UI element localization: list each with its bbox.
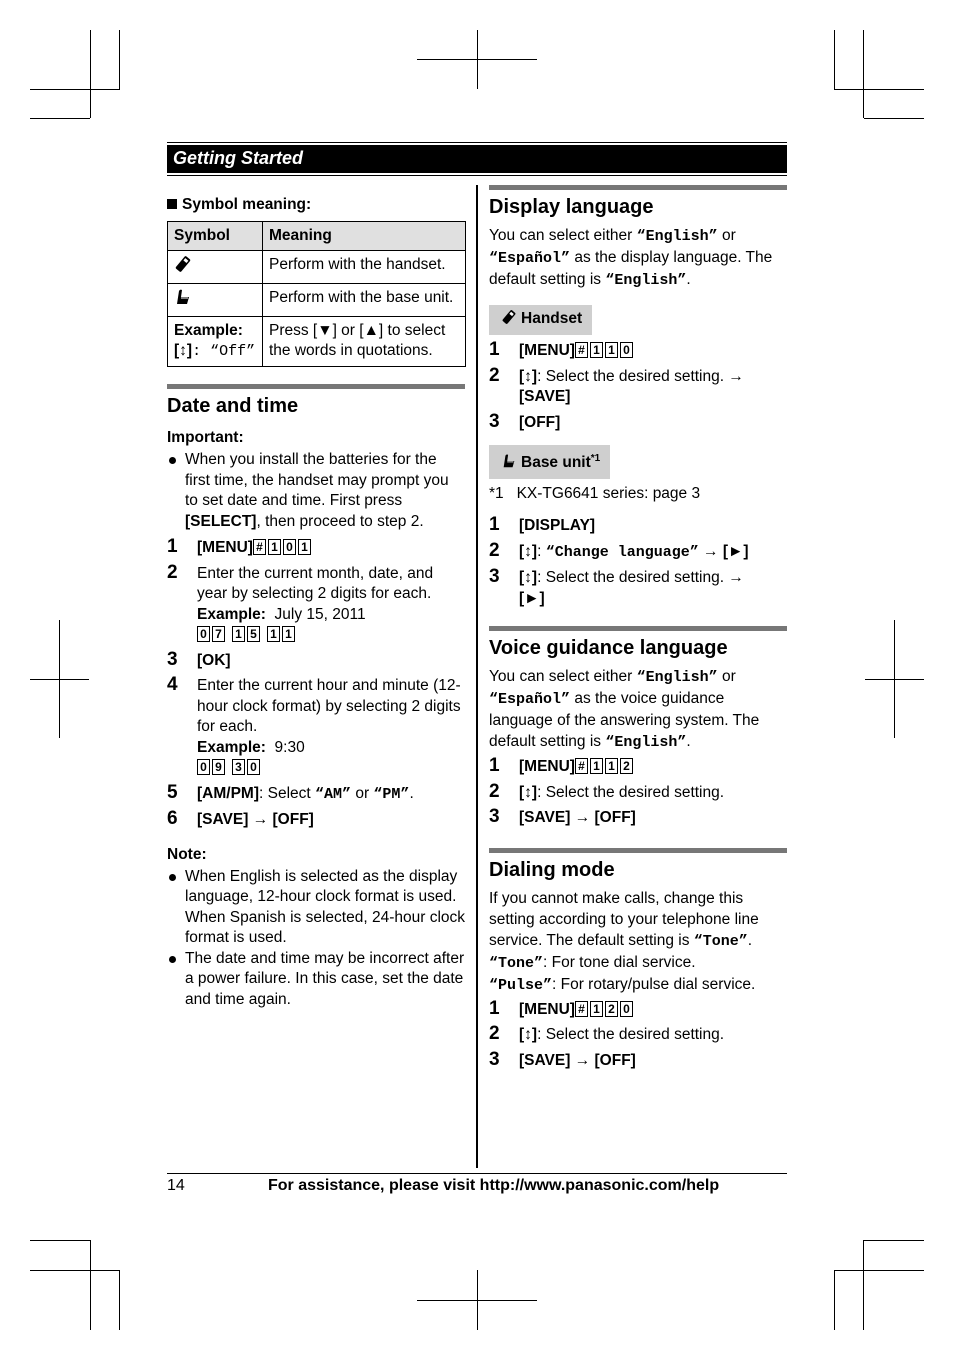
step-item: 3 [↕]: Select the desired setting. → [►] — [489, 566, 744, 607]
pulse-option: “Pulse”: For rotary/pulse dial service. — [489, 975, 756, 994]
date-time-steps: 1 [MENU] #1 0 1 2 Enter the current month, … — [167, 536, 465, 831]
dialing-mode-intro: If you cannot make calls, change this se… — [489, 889, 759, 950]
handset-steps: 1 [MENU] #1 1 0 2 [↕]: Select the desired s… — [489, 339, 787, 433]
step-item: 5 [AM/PM]: Select “AM” or “PM”. — [167, 781, 414, 803]
section-rule — [489, 185, 787, 190]
voice-guidance-steps: 1 [MENU] #1 1 2 2 [↕]: Select the desired s… — [489, 756, 787, 829]
base-unit-tag: Base unit*1 — [489, 445, 611, 480]
step-item: 3 [SAVE] → [OFF] — [489, 1048, 636, 1070]
step-item: 1 [DISPLAY] — [489, 514, 596, 536]
navigator-key-icon: [↕] — [519, 1026, 538, 1044]
date-and-time-title: Date and time — [167, 395, 299, 417]
meaning-cell: Perform with the base unit. — [262, 283, 466, 317]
header-top-rule — [167, 142, 787, 143]
step-item: 6 [SAVE] → [OFF] — [167, 808, 314, 829]
right-column: Display language You can select either “… — [489, 185, 787, 1076]
table-row: Perform with the base unit. — [167, 283, 466, 317]
header-bottom-rule — [167, 175, 787, 176]
handset-icon — [174, 256, 192, 277]
list-item: When you install the batteries for the f… — [167, 450, 465, 532]
voice-guidance-intro: You can select either “English” or “Espa… — [489, 668, 760, 752]
dialing-mode-steps: 1 [MENU] #1 2 0 2 [↕]: Select the desired s… — [489, 998, 787, 1072]
table-row: Example: [↕]: “Off” Press [▼] or [▲] to … — [167, 316, 466, 367]
display-language-title: Display language — [489, 196, 654, 218]
navigator-key-icon: [↕] — [174, 342, 193, 359]
step-item: 4 Enter the current hour and minute (12-… — [167, 674, 461, 775]
display-language-intro: You can select either “English” or “Espa… — [489, 227, 773, 289]
tone-option: “Tone”: For tone dial service. — [489, 953, 696, 972]
base-unit-icon — [174, 289, 192, 310]
step-item: 3 [OK] — [167, 648, 231, 670]
table-row: Perform with the handset. — [167, 250, 466, 284]
step-item: 2 [↕]: Select the desired setting. → [SAV… — [489, 364, 744, 405]
table-header-row: Symbol Meaning — [167, 221, 466, 251]
step-item: 1 [MENU] #1 1 2 — [489, 756, 787, 778]
symbol-cell — [167, 283, 263, 317]
column-header: Meaning — [262, 221, 466, 251]
list-item: When English is selected as the display … — [167, 867, 465, 949]
footer-rule — [167, 1173, 787, 1174]
note-label: Note: — [167, 845, 207, 863]
step-item: 1 [MENU] #1 1 0 — [489, 339, 787, 362]
meaning-cell: Press [▼] or [▲] to select the words in … — [262, 316, 466, 367]
footnote: *1 KX-TG6641 series: page 3 — [489, 485, 701, 503]
step-item: 2 [↕]: “Change language” → [►] — [489, 539, 749, 561]
symbol-meaning-heading: Symbol meaning: — [167, 196, 465, 214]
meaning-cell: Perform with the handset. — [262, 250, 466, 284]
handset-tag: Handset — [489, 305, 593, 335]
important-list: When you install the batteries for the f… — [167, 450, 465, 532]
left-column: Symbol meaning: Symbol Meaning Perform w… — [167, 196, 466, 1011]
page-number: 14 — [167, 1177, 185, 1194]
section-header-bar: Getting Started — [167, 145, 787, 173]
voice-guidance-title: Voice guidance language — [489, 637, 728, 660]
section-rule — [489, 626, 787, 632]
base-unit-steps: 1 [DISPLAY] 2 [↕]: “Change language” → [… — [489, 514, 787, 609]
symbol-cell — [167, 250, 263, 284]
step-item: 2 Enter the current month, date, and yea… — [167, 561, 434, 642]
step-item: 1 [MENU] #1 2 0 — [489, 998, 787, 1021]
section-rule — [167, 384, 465, 389]
note-list: When English is selected as the display … — [167, 867, 465, 1011]
square-bullet-icon — [167, 199, 177, 209]
navigator-key-icon: [↕] — [519, 542, 538, 560]
symbol-cell: Example: [↕]: “Off” — [167, 316, 263, 367]
step-item: 2 [↕]: Select the desired setting. — [489, 1023, 725, 1045]
dialing-mode-title: Dialing mode — [489, 858, 615, 881]
navigator-key-icon: [↕] — [519, 783, 538, 801]
column-header: Symbol — [167, 221, 263, 251]
column-divider — [476, 185, 478, 1168]
arrow-right-icon: → — [248, 811, 273, 828]
navigator-key-icon: [↕] — [519, 569, 538, 587]
navigator-key-icon: [↕] — [519, 367, 538, 385]
handset-icon — [501, 309, 517, 332]
section-header-title: Getting Started — [173, 148, 304, 168]
symbol-meaning-table: Symbol Meaning Perform with the handset.… — [167, 221, 466, 367]
assistance-link-text: For assistance, please visit http://www.… — [268, 1177, 720, 1194]
step-item: 2 [↕]: Select the desired setting. — [489, 780, 725, 802]
step-item: 3 [SAVE] → [OFF] — [489, 806, 636, 828]
base-unit-icon — [501, 453, 517, 476]
step-item: 3 [OFF] — [489, 410, 561, 432]
section-rule — [489, 847, 787, 853]
step-item: 1 [MENU] #1 0 1 — [167, 536, 465, 559]
list-item: The date and time may be incorrect after… — [167, 949, 465, 1011]
important-label: Important: — [167, 429, 244, 446]
